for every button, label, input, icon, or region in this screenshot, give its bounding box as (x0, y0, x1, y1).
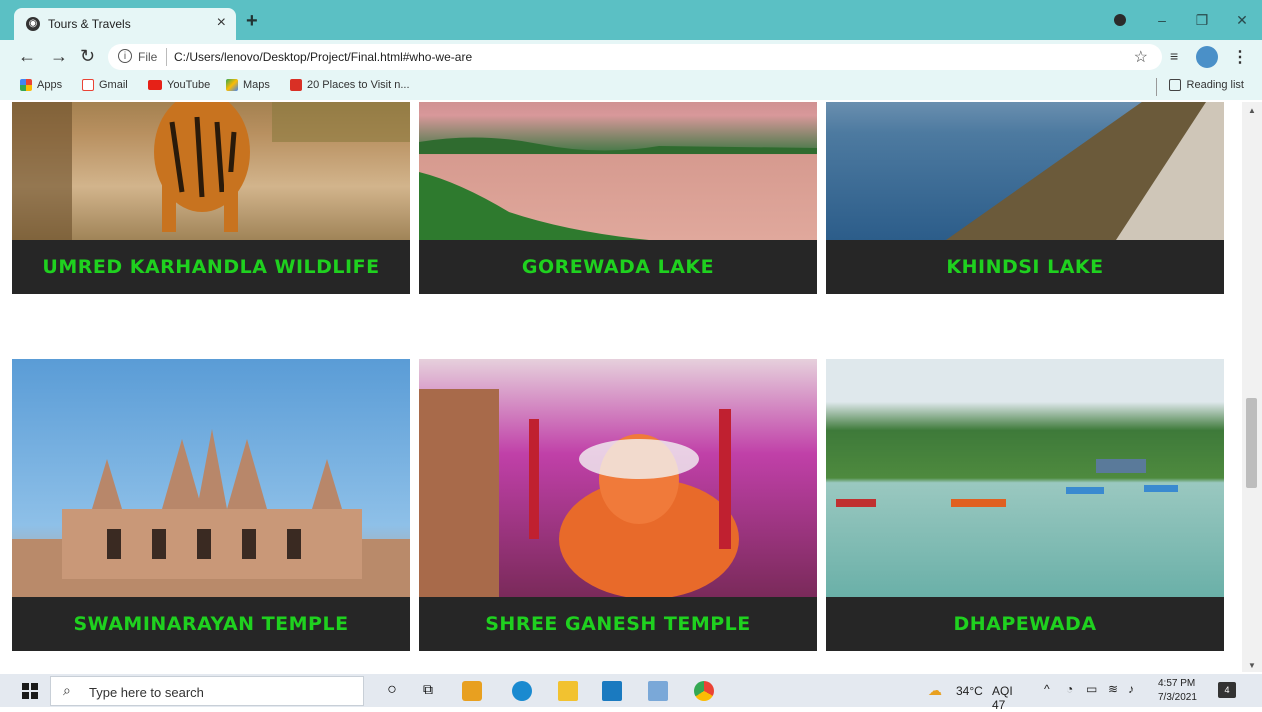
boating-illustration (836, 459, 1178, 507)
url-separator (166, 48, 167, 66)
destination-card[interactable]: DHAPEWADA (826, 359, 1224, 651)
window-controls: – ❐ ✕ (1114, 0, 1262, 40)
network-icon[interactable]: ◔ (1066, 682, 1073, 696)
bookmark-site-icon (290, 79, 302, 91)
destination-card[interactable]: UMRED KARHANDLA WILDLIFE (12, 102, 410, 294)
destination-card[interactable]: GOREWADA LAKE (419, 102, 817, 294)
gmail-icon (82, 79, 94, 91)
battery-icon[interactable]: ▭ (1086, 682, 1097, 696)
bookmark-star-icon[interactable]: ☆ (1134, 47, 1148, 67)
volume-icon[interactable]: ♪ (1128, 682, 1134, 696)
windows-start-icon[interactable] (22, 683, 38, 699)
reading-list-icon[interactable]: ≡ (1170, 48, 1178, 64)
bookmark-maps[interactable]: Maps (226, 79, 270, 91)
tab-title: Tours & Travels (48, 17, 131, 31)
card-caption: SHREE GANESH TEMPLE (419, 597, 817, 651)
temple-illustration (12, 429, 410, 597)
bookmark-label: Maps (243, 79, 270, 91)
photos-icon[interactable] (648, 681, 668, 701)
lake-dam-photo (826, 102, 1224, 240)
clock-time[interactable]: 4:57 PM (1158, 678, 1195, 689)
address-toolbar: ← → ↻ i File C:/Users/lenovo/Desktop/Pro… (0, 40, 1262, 74)
windows-taskbar: ⌕ Type here to search ○ ⧉ ☁ 34°C AQI 47 … (0, 674, 1262, 712)
tiger-photo (12, 102, 410, 240)
notification-center-icon[interactable]: 4 (1218, 682, 1236, 698)
youtube-icon (148, 80, 162, 90)
chevron-up-icon[interactable]: ^ (1044, 682, 1050, 696)
bookmark-youtube[interactable]: YouTube (148, 79, 210, 91)
sunset-lake-photo (419, 102, 817, 240)
sublime-text-icon[interactable] (462, 681, 482, 701)
bookmark-gmail[interactable]: Gmail (82, 79, 128, 91)
globe-icon: ◉ (26, 17, 40, 31)
destination-card[interactable]: SHREE GANESH TEMPLE (419, 359, 817, 651)
kebab-menu-icon[interactable]: ⋮ (1232, 47, 1248, 67)
bookmark-places[interactable]: 20 Places to Visit n... (290, 79, 410, 91)
forward-icon[interactable]: → (50, 46, 68, 67)
reading-list-label: Reading list (1186, 79, 1244, 91)
search-placeholder: Type here to search (89, 685, 204, 700)
clock-date[interactable]: 7/3/2021 (1158, 692, 1197, 703)
browser-tab[interactable]: ◉ Tours & Travels × (14, 8, 236, 40)
bookmark-label: YouTube (167, 79, 211, 91)
ganesh-illustration (419, 389, 739, 599)
scrollbar-thumb[interactable] (1246, 398, 1257, 488)
minimize-button[interactable]: – (1142, 12, 1182, 28)
destination-card[interactable]: KHINDSI LAKE (826, 102, 1224, 294)
lake-illustration (419, 137, 817, 240)
new-tab-button[interactable]: + (246, 10, 258, 33)
bookmark-label: 20 Places to Visit n... (307, 79, 410, 91)
avatar[interactable] (1196, 46, 1218, 68)
taskbar-search-box[interactable]: ⌕ Type here to search (50, 676, 364, 706)
file-explorer-icon[interactable] (558, 681, 578, 701)
divider (1156, 78, 1157, 96)
card-caption: DHAPEWADA (826, 597, 1224, 651)
back-icon[interactable]: ← (18, 46, 36, 67)
maps-icon (226, 79, 238, 91)
task-view-icon[interactable]: ⧉ (418, 681, 438, 701)
chrome-icon[interactable] (694, 681, 714, 701)
aqi-label[interactable]: AQI 47 (992, 684, 1013, 712)
boating-lake-photo (826, 359, 1224, 597)
close-button[interactable]: ✕ (1222, 12, 1262, 29)
weather-temp[interactable]: 34°C (956, 684, 983, 698)
info-icon[interactable]: i (118, 49, 132, 63)
tab-close-icon[interactable]: × (217, 14, 226, 32)
reload-icon[interactable]: ↻ (80, 46, 95, 67)
dam-illustration (946, 102, 1224, 240)
scroll-down-arrow-icon[interactable]: ▼ (1248, 661, 1256, 670)
scroll-up-arrow-icon[interactable]: ▲ (1248, 106, 1256, 115)
url-text[interactable]: C:/Users/lenovo/Desktop/Project/Final.ht… (174, 50, 472, 64)
bookmarks-bar: Apps Gmail YouTube Maps 20 Places to Vis… (0, 74, 1262, 100)
weather-icon[interactable]: ☁ (928, 682, 942, 699)
reading-list-button[interactable]: Reading list (1168, 79, 1244, 91)
mail-icon[interactable] (602, 681, 622, 701)
restore-button[interactable]: ❐ (1182, 12, 1222, 29)
card-caption: SWAMINARAYAN TEMPLE (12, 597, 410, 651)
page-content: UMRED KARHANDLA WILDLIFE GOREWADA LAKE K… (0, 102, 1242, 672)
temple-photo (12, 359, 410, 597)
bookmark-apps[interactable]: Apps (20, 79, 62, 91)
edge-browser-icon[interactable] (512, 681, 532, 701)
reading-list-icon (1168, 79, 1181, 91)
address-bar[interactable]: i File C:/Users/lenovo/Desktop/Project/F… (108, 44, 1162, 70)
bookmark-label: Apps (37, 79, 63, 91)
vertical-scrollbar[interactable]: ▲ ▼ (1242, 102, 1262, 672)
tiger-illustration (12, 102, 410, 240)
search-icon: ⌕ (63, 682, 71, 698)
browser-title-bar: ◉ Tours & Travels × + – ❐ ✕ (0, 0, 1262, 40)
apps-grid-icon (20, 79, 32, 91)
card-caption: UMRED KARHANDLA WILDLIFE (12, 240, 410, 294)
card-caption: GOREWADA LAKE (419, 240, 817, 294)
bookmark-label: Gmail (99, 79, 128, 91)
destination-card[interactable]: SWAMINARAYAN TEMPLE (12, 359, 410, 651)
cortana-icon[interactable]: ○ (382, 681, 402, 701)
ganesh-idol-photo (419, 359, 817, 599)
url-scheme: File (138, 50, 158, 64)
wifi-icon[interactable]: ≋ (1108, 682, 1118, 696)
card-caption: KHINDSI LAKE (826, 240, 1224, 294)
media-control-icon[interactable] (1114, 14, 1126, 26)
